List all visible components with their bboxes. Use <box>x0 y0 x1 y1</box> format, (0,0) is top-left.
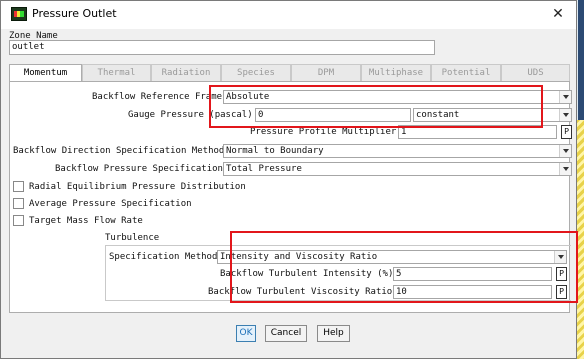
gauge-pressure-label: Gauge Pressure (pascal) <box>128 110 253 120</box>
turbulence-spec-method-label: Specification Method <box>109 252 218 262</box>
pressure-profile-multiplier-label: Pressure Profile Multiplier <box>250 127 397 137</box>
background-contour-pattern <box>576 120 584 359</box>
chevron-down-icon <box>559 109 571 121</box>
turbulence-spec-method-value: Intensity and Viscosity Ratio <box>220 252 378 262</box>
tab-uds[interactable]: UDS <box>501 64 570 81</box>
window-title: Pressure Outlet <box>32 7 117 20</box>
pressure-profile-multiplier-parameter-button[interactable]: P <box>561 125 572 139</box>
gauge-pressure-input[interactable]: 0 <box>255 108 411 122</box>
pressure-outlet-dialog: Pressure Outlet ✕ Zone Name outlet Momen… <box>0 0 578 359</box>
target-mass-flow-checkbox[interactable] <box>13 215 24 226</box>
radial-equilibrium-label: Radial Equilibrium Pressure Distribution <box>29 182 246 192</box>
average-pressure-label: Average Pressure Specification <box>29 199 192 209</box>
turbulence-group-label: Turbulence <box>105 233 160 243</box>
turbulent-intensity-input[interactable]: 5 <box>393 267 552 281</box>
radial-equilibrium-checkbox-row[interactable]: Radial Equilibrium Pressure Distribution <box>13 180 253 194</box>
gauge-pressure-method-select[interactable]: constant <box>413 108 572 122</box>
target-mass-flow-label: Target Mass Flow Rate <box>29 216 143 226</box>
backflow-pressure-spec-label: Backflow Pressure Specification <box>55 164 223 174</box>
backflow-pressure-spec-value: Total Pressure <box>226 164 302 174</box>
tab-potential[interactable]: Potential <box>431 64 501 81</box>
average-pressure-checkbox[interactable] <box>13 198 24 209</box>
backflow-direction-select[interactable]: Normal to Boundary <box>223 144 572 158</box>
tab-multiphase[interactable]: Multiphase <box>361 64 431 81</box>
backflow-reference-frame-select[interactable]: Absolute <box>223 90 572 104</box>
average-pressure-checkbox-row[interactable]: Average Pressure Specification <box>13 197 213 211</box>
gauge-pressure-method-value: constant <box>416 110 460 120</box>
chevron-down-icon <box>559 163 571 175</box>
tab-thermal[interactable]: Thermal <box>82 64 151 81</box>
title-bar[interactable]: Pressure Outlet ✕ <box>1 1 576 29</box>
target-mass-flow-checkbox-row[interactable]: Target Mass Flow Rate <box>13 214 173 228</box>
tab-species[interactable]: Species <box>221 64 291 81</box>
tab-dpm[interactable]: DPM <box>291 64 361 81</box>
backflow-direction-label: Backflow Direction Specification Method <box>13 146 225 156</box>
turbulent-intensity-parameter-button[interactable]: P <box>556 267 567 281</box>
chevron-down-icon <box>554 251 566 263</box>
ok-button[interactable]: OK <box>236 325 256 342</box>
help-button[interactable]: Help <box>317 325 350 342</box>
backflow-pressure-spec-select[interactable]: Total Pressure <box>223 162 572 176</box>
tab-momentum[interactable]: Momentum <box>9 64 82 82</box>
turbulent-viscosity-ratio-label: Backflow Turbulent Viscosity Ratio <box>208 287 393 297</box>
chevron-down-icon <box>559 91 571 103</box>
backflow-reference-frame-value: Absolute <box>226 92 270 102</box>
cancel-button[interactable]: Cancel <box>265 325 307 342</box>
backflow-direction-value: Normal to Boundary <box>226 146 324 156</box>
turbulence-spec-method-select[interactable]: Intensity and Viscosity Ratio <box>217 250 567 264</box>
backflow-reference-frame-label: Backflow Reference Frame <box>92 92 223 102</box>
turbulent-viscosity-ratio-input[interactable]: 10 <box>393 285 552 299</box>
zone-name-input[interactable]: outlet <box>9 40 435 55</box>
fluent-app-icon <box>11 7 27 21</box>
turbulent-intensity-label: Backflow Turbulent Intensity (%) <box>220 269 394 279</box>
pressure-profile-multiplier-input[interactable]: 1 <box>398 125 557 139</box>
turbulent-viscosity-ratio-parameter-button[interactable]: P <box>556 285 567 299</box>
chevron-down-icon <box>559 145 571 157</box>
tab-radiation[interactable]: Radiation <box>151 64 221 81</box>
close-icon[interactable]: ✕ <box>546 4 570 24</box>
radial-equilibrium-checkbox[interactable] <box>13 181 24 192</box>
